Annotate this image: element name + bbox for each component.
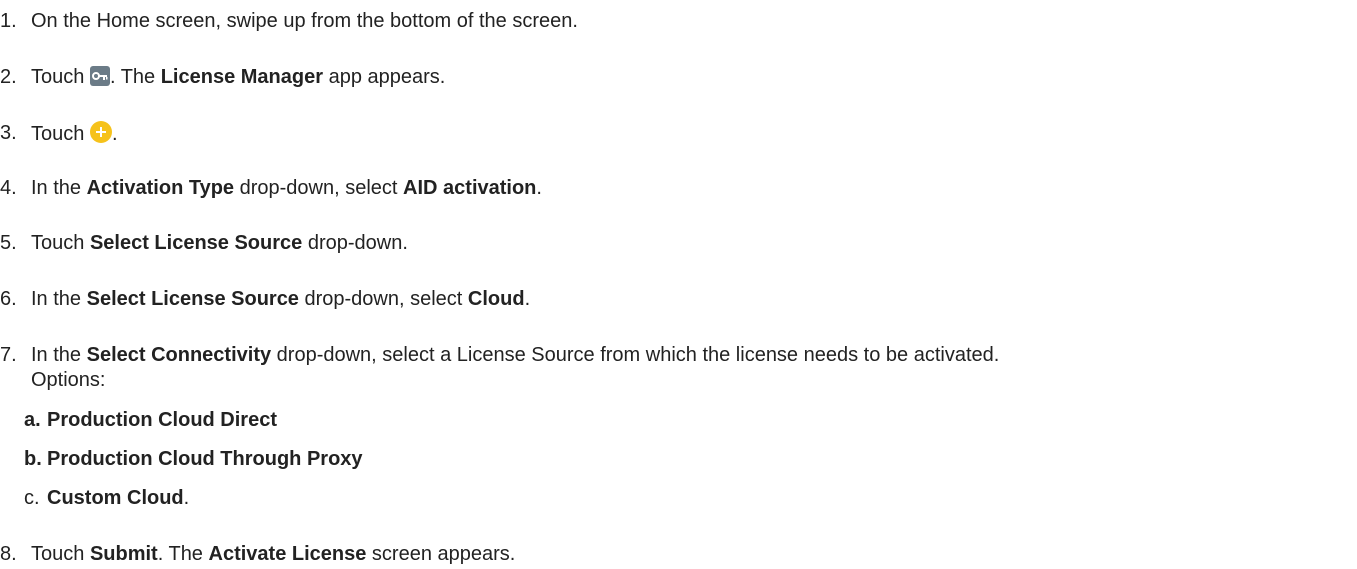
option-text: Production Cloud Direct (47, 409, 277, 431)
step-text: Touch Select License Source drop-down. (31, 232, 408, 254)
option-letter: b. (24, 448, 42, 470)
option-letter: a. (24, 409, 41, 431)
step-text: In the Activation Type drop-down, select… (31, 177, 542, 199)
step-number: 1. (0, 10, 17, 32)
step-number: 4. (0, 177, 17, 199)
step-number: 5. (0, 232, 17, 254)
step-number: 7. (0, 344, 17, 366)
step-number: 8. (0, 543, 17, 565)
step-text: Touch . (31, 121, 118, 145)
option-letter: c. (24, 487, 40, 509)
step-number: 6. (0, 288, 17, 310)
option-text: Production Cloud Through Proxy (47, 448, 363, 470)
step-text: In the Select Connectivity drop-down, se… (31, 344, 1000, 366)
step-number: 2. (0, 66, 17, 88)
step-text: On the Home screen, swipe up from the bo… (31, 10, 578, 32)
plus-circle-icon (89, 121, 112, 143)
option-text: Custom Cloud. (47, 487, 190, 509)
app-name: License Manager (160, 66, 324, 88)
step-number: 3. (0, 122, 17, 144)
step-text: In the Select License Source drop-down, … (31, 288, 531, 310)
step-text: Options: (31, 369, 106, 391)
step-text: Touch . The License Manager app appears. (31, 66, 446, 88)
step-text: Touch Submit. The Activate License scree… (31, 543, 516, 565)
key-icon (89, 66, 110, 86)
